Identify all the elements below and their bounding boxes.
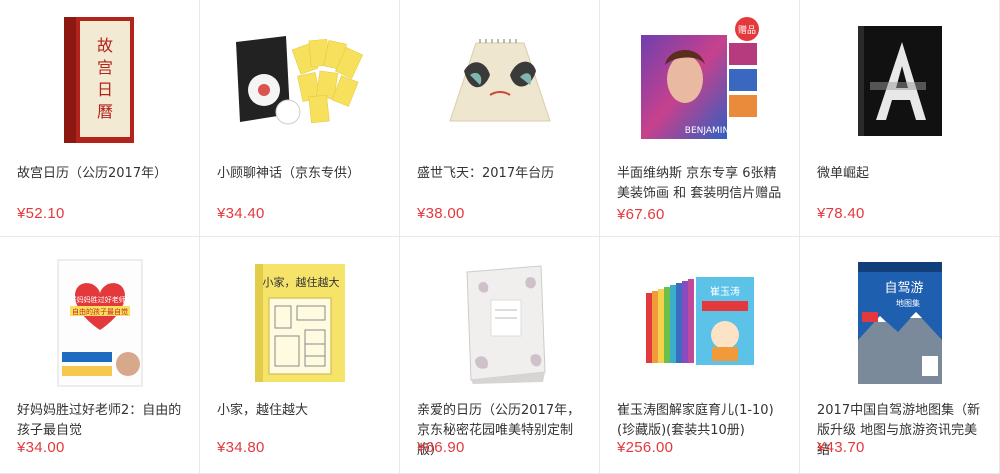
product-title[interactable]: 故宫日历（公历2017年） [17, 164, 187, 184]
product-card[interactable]: 小家，越住越大 小家，越住越大 ¥34.80 [200, 237, 400, 474]
product-title[interactable]: 好妈妈胜过好老师2：自由的孩子最自觉 [17, 401, 187, 441]
product-price: ¥34.00 [17, 439, 65, 456]
product-price: ¥43.70 [817, 439, 865, 456]
product-title[interactable]: 微单崛起 [817, 164, 987, 184]
svg-text:曆: 曆 [97, 102, 113, 121]
product-image[interactable]: 好妈妈胜过好老师2 自由的孩子最自觉 [0, 255, 199, 391]
product-price: ¥34.80 [217, 439, 265, 456]
product-title[interactable]: 盛世飞天：2017年台历 [417, 164, 587, 184]
product-price: ¥256.00 [617, 439, 674, 456]
product-image[interactable]: 小家，越住越大 [200, 255, 399, 391]
svg-text:小家，越住越大: 小家，越住越大 [263, 275, 340, 289]
box-calendar-icon [466, 265, 546, 384]
book-cover-palace-calendar-icon: 故 宫 日 曆 [64, 17, 134, 143]
svg-text:自驾游: 自驾游 [884, 281, 923, 296]
book-cover-good-mom-icon: 好妈妈胜过好老师2 自由的孩子最自觉 [57, 259, 143, 387]
product-image[interactable]: 故 宫 日 曆 [0, 12, 199, 148]
book-set-parenting-icon: 崔玉涛 [646, 277, 754, 365]
product-title[interactable]: 小家，越住越大 [217, 401, 387, 421]
product-price: ¥52.10 [17, 205, 65, 222]
product-title[interactable]: 小顾聊神话（京东专供） [217, 164, 387, 184]
product-card[interactable]: 好妈妈胜过好老师2 自由的孩子最自觉 好妈妈胜过好老师2：自由的孩子最自觉 ¥3… [0, 237, 200, 474]
product-image[interactable] [200, 12, 399, 148]
book-cover-road-atlas-icon: 自驾游 地图集 [858, 262, 942, 384]
product-card[interactable]: 盛世飞天：2017年台历 ¥38.00 [400, 0, 600, 237]
product-price: ¥78.40 [817, 205, 865, 222]
product-price: ¥34.40 [217, 205, 265, 222]
product-image[interactable]: 自驾游 地图集 [800, 255, 999, 391]
product-title[interactable]: 崔玉涛图解家庭育儿(1-10)(珍藏版)(套装共10册) [617, 401, 787, 441]
book-cover-mythology-icon [236, 36, 363, 125]
desk-calendar-icon [449, 39, 551, 122]
svg-text:崔玉涛: 崔玉涛 [710, 285, 740, 298]
svg-text:BENJAMIN: BENJAMIN [685, 126, 729, 136]
product-card[interactable]: 微单崛起 ¥78.40 [800, 0, 1000, 237]
product-card[interactable]: 自驾游 地图集 2017中国自驾游地图集（新版升级 地图与旅游资讯完美结 ¥43… [800, 237, 1000, 474]
product-card[interactable]: 故 宫 日 曆 故宫日历（公历2017年） ¥52.10 [0, 0, 200, 237]
product-price: ¥66.90 [417, 439, 465, 456]
product-image[interactable]: 崔玉涛 [600, 255, 799, 391]
book-cover-black-a-icon [858, 26, 942, 136]
product-grid: 故 宫 日 曆 故宫日历（公历2017年） ¥52.10 小顾聊神话（京东专供）… [0, 0, 1000, 474]
svg-text:故: 故 [97, 36, 113, 55]
product-image[interactable] [400, 255, 599, 391]
svg-text:日: 日 [97, 80, 113, 99]
svg-text:好妈妈胜过好老师2: 好妈妈胜过好老师2 [70, 295, 130, 304]
product-card[interactable]: 亲爱的日历（公历2017年，京东秘密花园唯美特别定制版） ¥66.90 [400, 237, 600, 474]
product-image[interactable] [400, 12, 599, 148]
product-image[interactable]: 赠品 BENJAMIN [600, 12, 799, 148]
book-cover-small-home-icon: 小家，越住越大 [255, 264, 345, 382]
book-cover-venus-icon: 赠品 BENJAMIN [641, 17, 759, 139]
product-card[interactable]: 崔玉涛 崔玉涛图解家庭育儿(1-10)(珍藏版)(套装共10册) ¥256.00 [600, 237, 800, 474]
product-image[interactable] [800, 12, 999, 148]
svg-text:赠品: 赠品 [738, 24, 756, 36]
product-price: ¥67.60 [617, 206, 665, 223]
product-card[interactable]: 小顾聊神话（京东专供） ¥34.40 [200, 0, 400, 237]
svg-text:地图集: 地图集 [896, 298, 920, 308]
product-card[interactable]: 赠品 BENJAMIN 半面维纳斯 京东专享 6张精美装饰画 和 套装明信片赠品… [600, 0, 800, 237]
svg-text:宫: 宫 [97, 58, 113, 77]
product-price: ¥38.00 [417, 205, 465, 222]
product-title[interactable]: 半面维纳斯 京东专享 6张精美装饰画 和 套装明信片赠品 [617, 164, 787, 204]
svg-text:自由的孩子最自觉: 自由的孩子最自觉 [72, 307, 128, 316]
